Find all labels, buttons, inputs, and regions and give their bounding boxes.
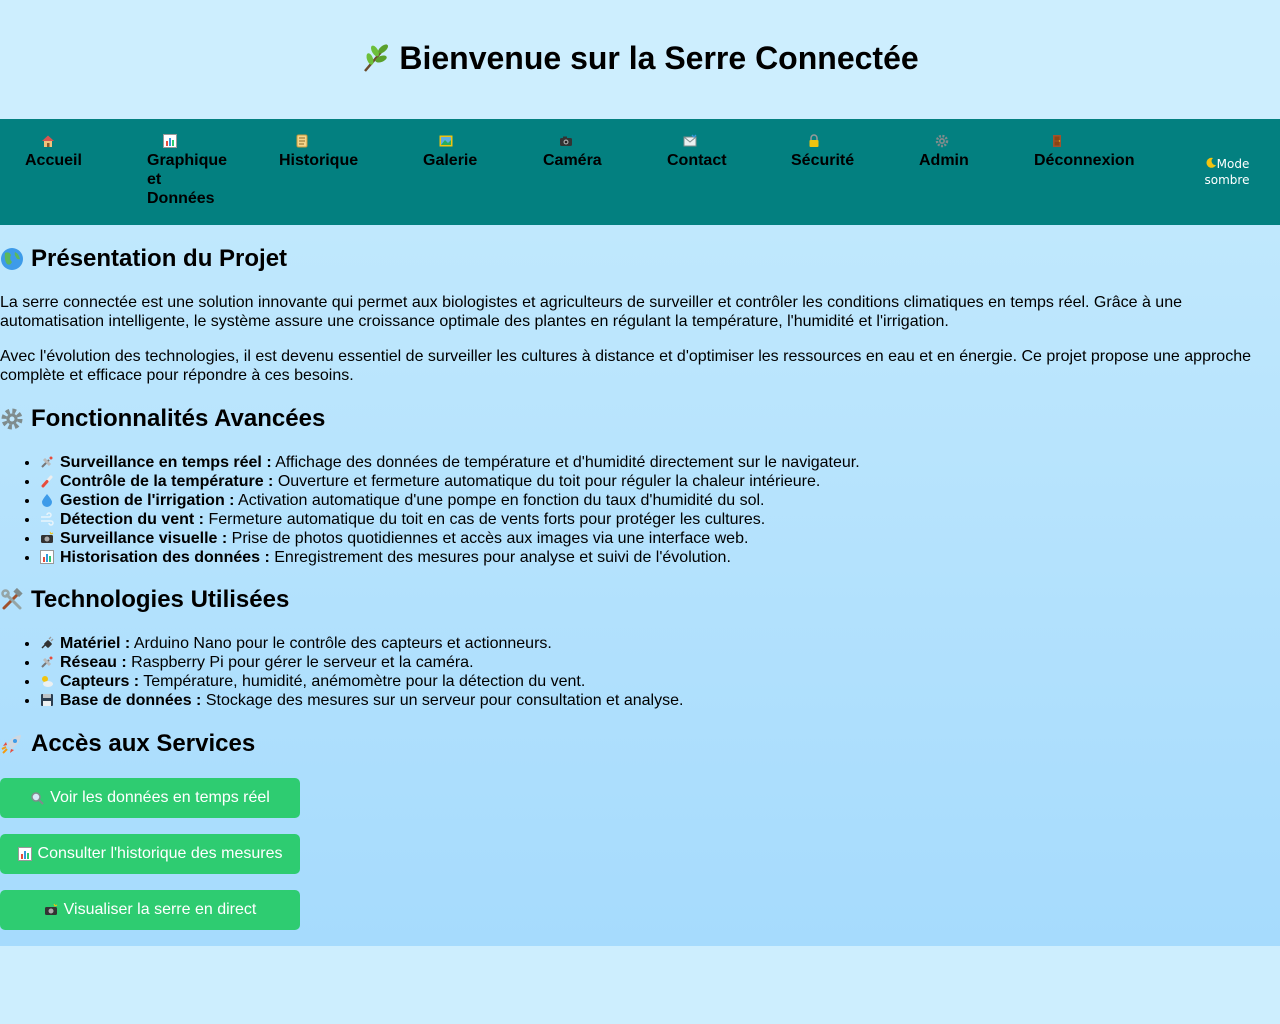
list-item: Gestion de l'irrigation : Activation aut…: [40, 491, 860, 510]
house-icon: [42, 135, 54, 147]
hammer-wrench-icon: [1, 588, 23, 610]
nav-item-admin[interactable]: Admin: [919, 134, 969, 170]
envelope-icon: [683, 134, 697, 147]
page-title: Bienvenue sur la Serre Connectée: [0, 38, 1280, 78]
features-list: Surveillance en temps réel : Affichage d…: [0, 453, 860, 567]
nav-item-historique[interactable]: Historique: [279, 134, 358, 170]
item-text: Enregistrement des mesures pour analyse …: [269, 549, 731, 566]
nav-label: Admin: [919, 152, 969, 169]
lock-icon: [809, 134, 819, 147]
camera-icon: [560, 136, 572, 146]
item-title: Base de données :: [60, 692, 202, 709]
nav-item-deconnexion[interactable]: Déconnexion: [1034, 134, 1134, 170]
list-item: Matériel : Arduino Nano pour le contrôle…: [40, 634, 683, 653]
item-title: Matériel :: [60, 635, 131, 652]
item-title: Détection du vent :: [60, 511, 205, 528]
section-title-text: Accès aux Services: [31, 730, 256, 757]
item-title: Capteurs :: [60, 673, 140, 690]
item-title: Historisation des données :: [60, 549, 270, 566]
page-title-text: Bienvenue sur la Serre Connectée: [399, 40, 919, 76]
gear-icon: [935, 134, 949, 148]
nav-label: Déconnexion: [1034, 152, 1135, 169]
section-title-text: Technologies Utilisées: [31, 586, 290, 613]
nav-item-accueil[interactable]: Accueil: [25, 134, 82, 170]
item-title: Surveillance en temps réel :: [60, 454, 272, 471]
nav-label: Graphique et Données: [147, 152, 228, 207]
technologies-list: Matériel : Arduino Nano pour le contrôle…: [0, 634, 683, 710]
picture-icon: [439, 135, 453, 147]
satellite-icon: [41, 656, 53, 668]
item-text: Raspberry Pi pour gérer le serveur et la…: [126, 654, 474, 671]
presentation-paragraph: La serre connectée est une solution inno…: [0, 294, 1182, 330]
list-item: Historisation des données : Enregistreme…: [40, 548, 860, 567]
bar-chart-icon: [17, 847, 32, 861]
camera-flash-icon: [44, 903, 57, 915]
camera-flash-icon: [41, 531, 54, 543]
item-text: Prise de photos quotidiennes et accès au…: [227, 530, 749, 547]
nav-label: Contact: [667, 152, 727, 169]
door-icon: [1053, 135, 1061, 147]
section-title-presentation: Présentation du Projet: [0, 245, 287, 273]
gear-icon: [1, 408, 23, 430]
thermometer-icon: [41, 475, 53, 488]
nav-label: Sécurité: [791, 152, 855, 169]
button-label: Visualiser la serre en direct: [63, 901, 257, 918]
nav-item-camera[interactable]: Caméra: [543, 134, 602, 170]
nav-label: Historique: [279, 152, 359, 169]
item-text: Ouverture et fermeture automatique du to…: [273, 473, 821, 490]
list-item: Réseau : Raspberry Pi pour gérer le serv…: [40, 653, 683, 672]
magnifier-icon: [31, 792, 44, 805]
item-title: Gestion de l'irrigation :: [60, 492, 235, 509]
floppy-disk-icon: [41, 694, 53, 706]
nav-label: Accueil: [25, 152, 82, 169]
wind-icon: [41, 512, 54, 526]
realtime-data-button[interactable]: Voir les données en temps réel: [0, 778, 300, 818]
list-item: Surveillance en temps réel : Affichage d…: [40, 453, 860, 472]
section-title-features: Fonctionnalités Avancées: [0, 405, 325, 433]
page-header: Bienvenue sur la Serre Connectée: [0, 0, 1280, 119]
sun-cloud-icon: [42, 676, 53, 687]
item-text: Température, humidité, anémomètre pour l…: [139, 673, 586, 690]
droplet-icon: [42, 494, 52, 507]
scroll-icon: [296, 134, 308, 148]
item-text: Fermeture automatique du toit en cas de …: [204, 511, 766, 528]
plant-sprig-icon: [364, 44, 389, 72]
button-label: Consulter l'historique des mesures: [37, 845, 283, 862]
button-label: Voir les données en temps réel: [50, 789, 270, 806]
satellite-icon: [41, 456, 53, 468]
item-title: Surveillance visuelle :: [60, 530, 228, 547]
dark-mode-toggle[interactable]: Mode sombre: [1196, 156, 1258, 188]
globe-icon: [1, 248, 23, 270]
plug-icon: [41, 636, 54, 649]
live-view-button[interactable]: Visualiser la serre en direct: [0, 890, 300, 930]
list-item: Base de données : Stockage des mesures s…: [40, 691, 683, 710]
nav-label: Galerie: [423, 152, 478, 169]
moon-icon: [1206, 157, 1216, 168]
item-title: Contrôle de la température :: [60, 473, 274, 490]
nav-label: Caméra: [543, 152, 602, 169]
bar-chart-icon: [163, 134, 177, 148]
rocket-icon: [1, 735, 21, 754]
history-button[interactable]: Consulter l'historique des mesures: [0, 834, 300, 874]
presentation-paragraph: Avec l'évolution des technologies, il es…: [0, 348, 1251, 384]
nav-item-graphique[interactable]: Graphique et Données: [147, 134, 229, 208]
nav-item-contact[interactable]: Contact: [667, 134, 727, 170]
item-text: Arduino Nano pour le contrôle des capteu…: [130, 635, 552, 652]
section-title-technologies: Technologies Utilisées: [0, 586, 289, 614]
section-title-services: Accès aux Services: [0, 730, 255, 758]
section-title-text: Présentation du Projet: [31, 245, 288, 272]
bar-chart-icon: [40, 550, 54, 564]
item-text: Affichage des données de température et …: [271, 454, 860, 471]
list-item: Détection du vent : Fermeture automatiqu…: [40, 510, 860, 529]
item-title: Réseau :: [60, 654, 127, 671]
section-title-text: Fonctionnalités Avancées: [31, 405, 326, 432]
list-item: Surveillance visuelle : Prise de photos …: [40, 529, 860, 548]
nav-item-galerie[interactable]: Galerie: [423, 134, 477, 170]
list-item: Contrôle de la température : Ouverture e…: [40, 472, 860, 491]
list-item: Capteurs : Température, humidité, anémom…: [40, 672, 683, 691]
nav-item-securite[interactable]: Sécurité: [791, 134, 854, 170]
item-text: Activation automatique d'une pompe en fo…: [234, 492, 765, 509]
item-text: Stockage des mesures sur un serveur pour…: [201, 692, 684, 709]
